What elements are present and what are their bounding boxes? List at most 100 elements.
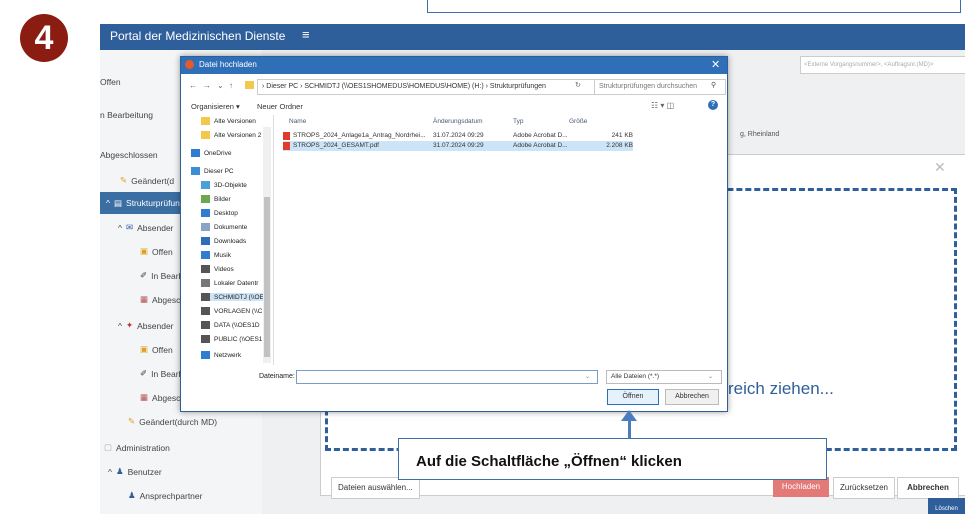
up-icon[interactable]: ↑: [229, 81, 233, 90]
sidebar-item-label: Absender: [137, 222, 174, 233]
nav-item-label: Alte Versionen: [214, 117, 256, 125]
portal-title: Portal der Medizinischen Dienste: [110, 29, 286, 43]
upload-button[interactable]: Hochladen: [773, 477, 829, 497]
sidebar-item-absender-1[interactable]: ^ ✉ Absender: [118, 222, 174, 233]
file-row[interactable]: STROPS_2024_GESAMT.pdf 31.07.2024 09:29 Ad…: [283, 141, 633, 151]
archive-icon: ▦: [140, 392, 149, 402]
file-name: STROPS_2024_Anlage1a_Antrag_Nordrhei...: [293, 132, 426, 139]
sidebar-item-offen[interactable]: Offen: [100, 77, 121, 87]
sidebar-item-benutzer[interactable]: ^ ♟ Benutzer: [108, 466, 162, 477]
forward-icon[interactable]: →: [203, 81, 211, 90]
file-list: Name Änderungsdatum Typ Größe STROPS_202…: [277, 115, 727, 365]
open-button[interactable]: Öffnen: [607, 389, 659, 405]
chevron-up-icon: ^: [106, 198, 110, 208]
nav-item-drive[interactable]: Lokaler Datentr: [201, 279, 258, 287]
portal-header: Portal der Medizinischen Dienste ≡: [100, 24, 965, 50]
sidebar-item-abgesch-2[interactable]: ▦ Abgesch: [140, 392, 185, 403]
sidebar-item-label: n Bearbeitung: [100, 110, 153, 120]
chevron-down-icon[interactable]: ⌄: [217, 81, 224, 90]
nav-item-label: Bilder: [214, 195, 231, 203]
nav-item-label: OneDrive: [204, 149, 232, 157]
folder-icon: [201, 117, 210, 125]
close-icon[interactable]: ✕: [711, 58, 720, 71]
nav-item-network-drive[interactable]: PUBLIC (\\OES1: [201, 335, 262, 343]
sidebar-item-administration[interactable]: ^▢Administration: [100, 442, 170, 453]
column-header-type[interactable]: Typ: [513, 118, 523, 125]
3d-icon: [201, 181, 210, 189]
top-callout-box: [427, 0, 961, 13]
chevron-up-icon: ^: [118, 320, 122, 331]
file-type-select[interactable]: Alle Dateien (*.*): [606, 370, 722, 384]
network-drive-icon: [201, 293, 210, 301]
close-icon[interactable]: ✕: [934, 159, 946, 176]
nav-item-music[interactable]: Musik: [201, 251, 231, 259]
column-header-size[interactable]: Größe: [569, 118, 587, 125]
sidebar-item-offen-3[interactable]: ▣ Offen: [140, 344, 173, 355]
column-header-name[interactable]: Name: [289, 118, 306, 125]
user-icon: ♟: [128, 490, 136, 500]
nav-item-3d[interactable]: 3D-Objekte: [201, 181, 247, 189]
nav-item-network-drive[interactable]: SCHMIDTJ (\\OE: [201, 293, 264, 301]
network-drive-icon: [201, 335, 210, 343]
chevron-down-icon[interactable]: ⌄: [585, 373, 590, 380]
nav-item-network-drive[interactable]: DATA (\\OES1D: [201, 321, 260, 329]
file-date: 31.07.2024 09:29: [433, 132, 484, 139]
column-header-date[interactable]: Änderungsdatum: [433, 118, 483, 125]
network-icon: [201, 351, 210, 359]
nav-item-label: DATA (\\OES1D: [214, 321, 260, 329]
cancel-button[interactable]: Abbrechen: [897, 477, 959, 499]
sidebar-item-in-bearb-2[interactable]: ✐ In Bearb: [140, 368, 183, 379]
file-dialog: Datei hochladen ✕ ← → ⌄ ↑ › Dieser PC › …: [180, 56, 728, 412]
nav-scrollbar-thumb[interactable]: [264, 197, 270, 357]
new-folder-button[interactable]: Neuer Ordner: [257, 102, 303, 111]
sidebar-item-offen-2[interactable]: ▣ Offen: [140, 246, 173, 257]
select-files-button[interactable]: Dateien auswählen...: [331, 477, 420, 499]
delete-button[interactable]: Löschen: [928, 498, 965, 514]
address-bar[interactable]: › Dieser PC › SCHMIDTJ (\\OES1SHOMEDUS\H…: [257, 79, 595, 95]
hamburger-icon[interactable]: ≡: [302, 27, 310, 42]
filename-label: Dateiname:: [259, 373, 295, 380]
location-text: g, Rheinland: [740, 131, 780, 138]
pc-icon: [191, 167, 200, 175]
nav-item-downloads[interactable]: Downloads: [201, 237, 246, 245]
sidebar-item-ansprechpartner[interactable]: ♟ Ansprechpartner: [128, 490, 202, 501]
external-number-input[interactable]: <Externe Vorgangsnummer>, <Auftragsnr.(M…: [800, 56, 965, 74]
images-icon: [201, 195, 210, 203]
network-drive-icon: [201, 307, 210, 315]
nav-item-label: Dieser PC: [204, 167, 234, 175]
arrow-stem: [628, 420, 631, 439]
sidebar-item-geaendert-md[interactable]: ✎ Geändert(durch MD): [128, 416, 217, 427]
nav-item-folder[interactable]: Alte Versionen: [201, 117, 256, 125]
search-input[interactable]: Strukturprüfungen durchsuchen: [594, 79, 726, 95]
filename-input[interactable]: [296, 370, 598, 384]
nav-item-images[interactable]: Bilder: [201, 195, 231, 203]
cancel-button[interactable]: Abbrechen: [665, 389, 719, 405]
nav-item-cloud[interactable]: OneDrive: [191, 149, 231, 157]
dialog-titlebar: Datei hochladen ✕: [181, 57, 727, 74]
archive-icon: ▦: [140, 294, 149, 304]
organize-menu[interactable]: Organisieren ▾: [191, 102, 240, 111]
back-icon[interactable]: ←: [189, 81, 197, 90]
nav-item-desktop[interactable]: Desktop: [201, 209, 238, 217]
refresh-icon[interactable]: ↻: [575, 81, 581, 89]
nav-item-network[interactable]: Netzwerk: [201, 351, 241, 359]
sidebar-item-in-bearb-1[interactable]: ✐ In Bearb: [140, 270, 183, 281]
nav-item-documents[interactable]: Dokumente: [201, 223, 247, 231]
nav-item-network-drive[interactable]: VORLAGEN (\\C: [201, 307, 262, 315]
view-options-icon[interactable]: ☷ ▾ ◫: [651, 101, 674, 110]
nav-item-videos[interactable]: Videos: [201, 265, 234, 273]
chevron-down-icon[interactable]: ⌄: [708, 373, 713, 380]
reset-button[interactable]: Zurücksetzen: [833, 477, 895, 499]
help-icon[interactable]: ?: [708, 100, 718, 110]
sidebar-item-abgeschlossen[interactable]: Abgeschlossen: [100, 150, 158, 160]
nav-item-folder[interactable]: Alte Versionen 2: [201, 131, 261, 139]
chevron-up-icon: ^: [108, 466, 112, 477]
sidebar-item-geaendert[interactable]: ✎ Geändert(d: [120, 175, 174, 186]
sidebar-item-in-bearbeitung[interactable]: n Bearbeitung: [100, 110, 153, 120]
drop-zone-text: reich ziehen...: [728, 379, 834, 398]
nav-item-pc[interactable]: Dieser PC: [191, 167, 234, 175]
sidebar-item-absender-2[interactable]: ^ ✦ Absender: [118, 320, 174, 331]
nav-item-label: Netzwerk: [214, 351, 242, 359]
callout-text: Auf die Schaltfläche „Öffnen“ klicken: [416, 453, 682, 470]
file-row[interactable]: STROPS_2024_Anlage1a_Antrag_Nordrhei... 3…: [283, 131, 633, 141]
